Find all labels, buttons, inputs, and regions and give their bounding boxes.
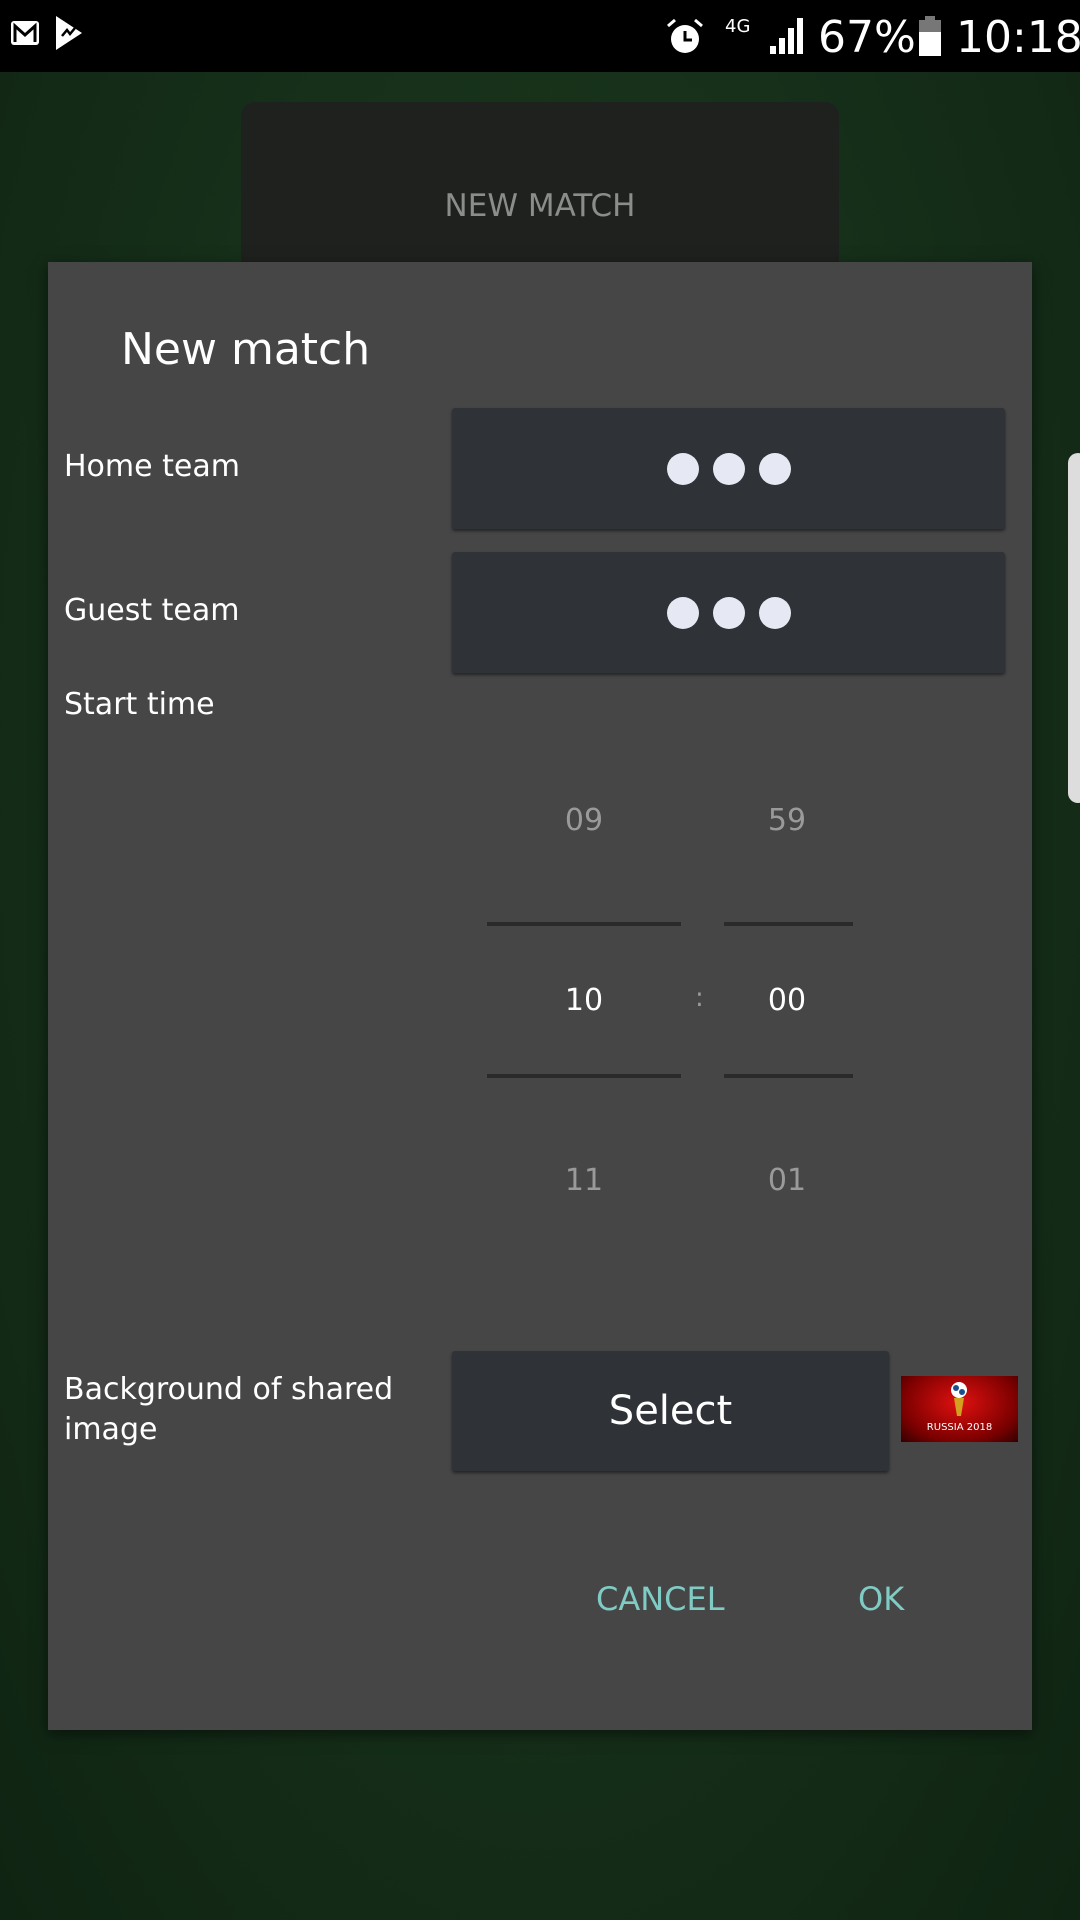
minute-divider bbox=[724, 1074, 853, 1078]
network-type: 4G bbox=[725, 16, 751, 37]
hour-divider bbox=[487, 1074, 681, 1078]
dot-icon bbox=[666, 596, 699, 629]
status-bar: 4G 67% 10:18 bbox=[0, 0, 1080, 72]
dot-icon bbox=[758, 596, 791, 629]
background-label: Background of shared image bbox=[64, 1372, 394, 1447]
trophy-icon bbox=[951, 1382, 967, 1416]
hour-divider bbox=[487, 922, 681, 926]
background-thumbnail[interactable]: RUSSIA 2018 bbox=[901, 1376, 1018, 1442]
new-match-dialog: New match Home team Guest team Start tim… bbox=[48, 262, 1032, 1730]
minute-prev[interactable]: 59 bbox=[687, 803, 887, 838]
app-notification-icon bbox=[56, 16, 82, 50]
hour-prev[interactable]: 09 bbox=[484, 803, 684, 838]
battery-icon bbox=[919, 16, 941, 56]
dot-icon bbox=[712, 596, 745, 629]
home-team-label: Home team bbox=[64, 449, 240, 484]
minute-divider bbox=[724, 922, 853, 926]
battery-percent: 67% bbox=[818, 12, 916, 63]
thumbnail-text: RUSSIA 2018 bbox=[926, 1422, 993, 1433]
home-team-button[interactable] bbox=[452, 408, 1005, 529]
ok-button[interactable]: OK bbox=[858, 1580, 904, 1618]
new-match-label: NEW MATCH bbox=[444, 188, 636, 224]
guest-team-label: Guest team bbox=[64, 593, 240, 628]
cancel-button[interactable]: CANCEL bbox=[596, 1580, 725, 1618]
hour-selected[interactable]: 10 bbox=[484, 983, 684, 1018]
clock: 10:18 bbox=[956, 12, 1080, 63]
minute-selected[interactable]: 00 bbox=[687, 983, 887, 1018]
guest-team-button[interactable] bbox=[452, 552, 1005, 673]
dot-icon bbox=[758, 452, 791, 485]
dot-icon bbox=[712, 452, 745, 485]
dot-icon bbox=[666, 452, 699, 485]
dialog-title: New match bbox=[121, 324, 371, 375]
signal-icon bbox=[770, 18, 803, 54]
hour-next[interactable]: 11 bbox=[484, 1163, 684, 1198]
edge-panel-handle[interactable] bbox=[1068, 453, 1080, 803]
select-background-button[interactable]: Select bbox=[452, 1351, 889, 1471]
start-time-label: Start time bbox=[64, 687, 215, 722]
alarm-icon bbox=[667, 18, 703, 53]
gmail-icon bbox=[11, 21, 39, 45]
minute-next[interactable]: 01 bbox=[687, 1163, 887, 1198]
